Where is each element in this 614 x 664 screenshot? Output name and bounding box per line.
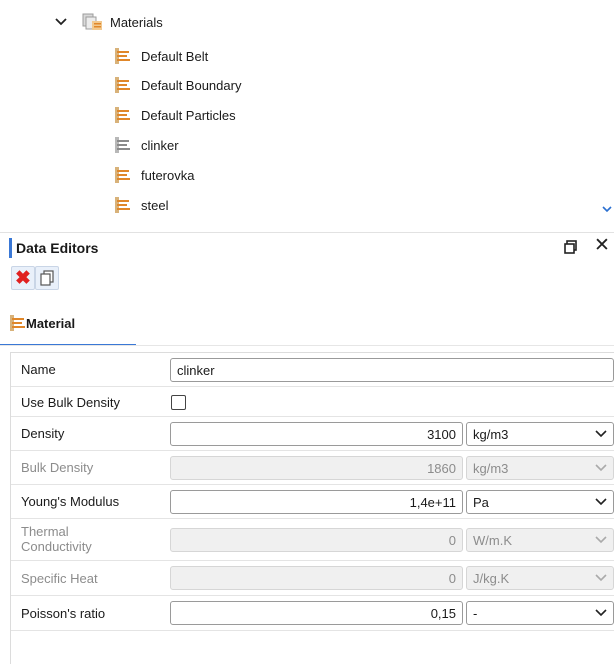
unit-value: - bbox=[473, 605, 478, 621]
scroll-down-icon[interactable] bbox=[602, 205, 612, 213]
material-icon bbox=[115, 107, 131, 123]
copy-icon bbox=[40, 270, 54, 286]
materials-folder-icon bbox=[82, 13, 104, 31]
chevron-down-icon bbox=[595, 464, 607, 472]
prop-row-youngs-modulus: Young's Modulus 1,4e+11 Pa bbox=[11, 485, 614, 519]
tree-item-label: futerovka bbox=[141, 167, 195, 183]
thermal-conductivity-unit-select: W/m.K bbox=[466, 528, 614, 552]
tree-item-futerovka[interactable]: futerovka bbox=[115, 163, 194, 187]
materials-tree: Materials Default Belt Default Boundary … bbox=[0, 0, 614, 226]
unit-value: J/kg.K bbox=[473, 570, 510, 586]
tree-item-label: Default Boundary bbox=[141, 77, 242, 93]
prop-row-density: Density 3100 kg/m3 bbox=[11, 417, 614, 451]
youngs-modulus-unit-select[interactable]: Pa bbox=[466, 490, 614, 514]
tab-divider bbox=[0, 345, 614, 346]
unit-value: W/m.K bbox=[473, 532, 512, 548]
material-icon bbox=[115, 137, 131, 153]
prop-label: Specific Heat bbox=[21, 571, 98, 586]
unit-value: kg/m3 bbox=[473, 460, 509, 476]
copy-button[interactable] bbox=[35, 266, 59, 290]
material-icon bbox=[115, 197, 131, 213]
prop-row-thermal-conductivity: Thermal Conductivity 0 W/m.K bbox=[11, 519, 614, 561]
tab-material[interactable]: Material bbox=[0, 302, 136, 346]
chevron-down-icon bbox=[595, 536, 607, 544]
prop-label: Name bbox=[21, 362, 56, 377]
material-icon bbox=[115, 77, 131, 93]
property-grid: Name clinker Use Bulk Density Density 31… bbox=[10, 352, 614, 664]
chevron-down-icon bbox=[595, 574, 607, 582]
prop-label: Bulk Density bbox=[21, 460, 94, 475]
panel-title: Data Editors bbox=[16, 240, 99, 256]
density-unit-select[interactable]: kg/m3 bbox=[466, 422, 614, 446]
material-icon bbox=[115, 167, 131, 183]
tree-item-clinker[interactable]: clinker bbox=[115, 133, 179, 157]
tree-item-label: Default Belt bbox=[141, 48, 209, 64]
prop-row-specific-heat: Specific Heat 0 J/kg.K bbox=[11, 561, 614, 596]
chevron-down-icon[interactable] bbox=[54, 15, 68, 29]
poissons-ratio-input[interactable]: 0,15 bbox=[170, 601, 463, 625]
close-icon[interactable]: ✕ bbox=[594, 236, 610, 256]
material-icon bbox=[10, 315, 26, 331]
prop-label-line: Conductivity bbox=[21, 539, 92, 554]
youngs-modulus-input[interactable]: 1,4e+11 bbox=[170, 490, 463, 514]
restore-window-icon[interactable] bbox=[563, 239, 579, 255]
chevron-down-icon bbox=[595, 498, 607, 506]
prop-row-poissons-ratio: Poisson's ratio 0,15 - bbox=[11, 596, 614, 631]
name-input[interactable]: clinker bbox=[170, 358, 614, 382]
chevron-down-icon bbox=[595, 430, 607, 438]
prop-label: Thermal Conductivity bbox=[21, 524, 92, 554]
specific-heat-input: 0 bbox=[170, 566, 463, 590]
prop-row-name: Name clinker bbox=[11, 353, 614, 387]
thermal-conductivity-input: 0 bbox=[170, 528, 463, 552]
specific-heat-unit-select: J/kg.K bbox=[466, 566, 614, 590]
delete-button[interactable]: ✖ bbox=[11, 266, 35, 290]
prop-label-line: Thermal bbox=[21, 524, 69, 539]
tree-node-materials[interactable]: Materials bbox=[54, 10, 163, 34]
panel-accent-bar bbox=[9, 238, 12, 258]
tree-node-label: Materials bbox=[110, 14, 163, 30]
chevron-down-icon bbox=[595, 609, 607, 617]
tree-item-steel[interactable]: steel bbox=[115, 193, 168, 217]
prop-label: Young's Modulus bbox=[21, 494, 120, 509]
tree-item-default-boundary[interactable]: Default Boundary bbox=[115, 73, 241, 97]
poissons-ratio-unit-select[interactable]: - bbox=[466, 601, 614, 625]
bulk-density-unit-select: kg/m3 bbox=[466, 456, 614, 480]
density-input[interactable]: 3100 bbox=[170, 422, 463, 446]
tree-item-default-belt[interactable]: Default Belt bbox=[115, 44, 208, 68]
tab-label: Material bbox=[26, 315, 76, 331]
prop-row-use-bulk-density: Use Bulk Density bbox=[11, 387, 614, 417]
prop-label: Density bbox=[21, 426, 65, 441]
tree-item-label: clinker bbox=[141, 137, 179, 153]
tree-item-default-particles[interactable]: Default Particles bbox=[115, 103, 236, 127]
bulk-density-input: 1860 bbox=[170, 456, 463, 480]
unit-value: kg/m3 bbox=[473, 426, 509, 442]
delete-icon: ✖ bbox=[15, 267, 31, 289]
tree-item-label: steel bbox=[141, 197, 169, 213]
prop-label: Use Bulk Density bbox=[21, 395, 120, 410]
tree-item-label: Default Particles bbox=[141, 107, 236, 123]
unit-value: Pa bbox=[473, 494, 489, 510]
material-icon bbox=[115, 48, 131, 64]
prop-label: Poisson's ratio bbox=[21, 606, 106, 621]
prop-row-bulk-density: Bulk Density 1860 kg/m3 bbox=[11, 451, 614, 485]
use-bulk-density-checkbox[interactable] bbox=[171, 395, 186, 410]
